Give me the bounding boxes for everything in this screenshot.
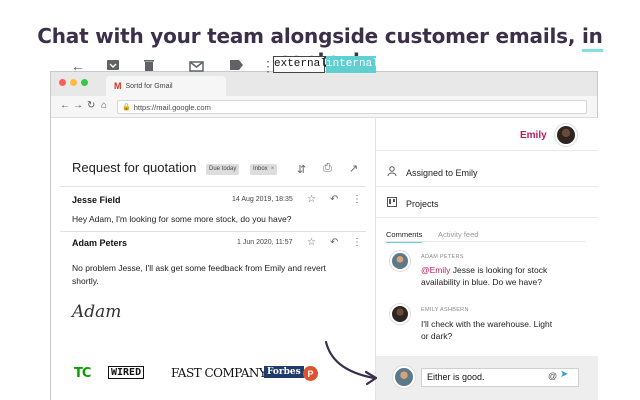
divider (60, 186, 366, 187)
browser-tab[interactable]: M Sortd for Gmail (106, 76, 226, 96)
close-window-icon[interactable] (59, 79, 66, 86)
back-arrow-icon[interactable]: ← (70, 58, 86, 74)
more-icon[interactable]: ⋮ (352, 237, 362, 248)
label-due-today[interactable]: Due today (206, 164, 240, 175)
techcrunch-logo: TC (74, 366, 91, 381)
reply-icon[interactable]: ↶ (330, 194, 338, 205)
window-controls (59, 79, 88, 86)
user-avatar[interactable] (555, 124, 577, 146)
remove-label-icon[interactable]: × (271, 166, 275, 172)
tab-internal[interactable]: internal (326, 56, 379, 73)
mention-at-icon[interactable]: @ (548, 371, 557, 381)
board-icon (386, 197, 398, 210)
address-text: https://mail.google.com (133, 102, 211, 112)
comment-author: EMILY ASHBERN (421, 307, 469, 313)
message-body: No problem Jesse, I'll ask get some feed… (72, 263, 326, 286)
assigned-row[interactable]: Assigned to Emily (386, 166, 478, 179)
lock-icon: 🔒 (122, 104, 131, 111)
minimize-window-icon[interactable] (70, 79, 77, 86)
message-date: 1 Jun 2020, 11:57 (237, 239, 293, 246)
mention[interactable]: @Emily (421, 265, 450, 275)
pointer-arrow-icon (324, 340, 378, 386)
gmail-logo-icon: M (114, 81, 122, 91)
avatar (390, 251, 410, 271)
address-bar[interactable]: 🔒 https://mail.google.com (117, 100, 587, 114)
divider (376, 217, 598, 218)
home-icon[interactable]: ⌂ (101, 100, 107, 111)
maximize-window-icon[interactable] (81, 79, 88, 86)
tab-title: Sortd for Gmail (125, 82, 173, 90)
forward-icon[interactable]: → (73, 100, 83, 111)
message-date: 14 Aug 2019, 18:35 (232, 196, 293, 203)
reply-icon[interactable]: ↶ (330, 237, 338, 248)
archive-icon[interactable] (105, 58, 121, 74)
more-icon[interactable]: ⋮ (352, 194, 362, 205)
person-icon (386, 166, 398, 179)
browser-tabbar: M Sortd for Gmail (51, 72, 597, 96)
divider (386, 241, 586, 242)
comment-author: ADAM PETERS (421, 254, 464, 260)
label-icon[interactable] (228, 58, 244, 74)
back-icon[interactable]: ← (60, 100, 70, 111)
sender-name: Adam Peters (72, 238, 128, 248)
projects-row[interactable]: Projects (386, 197, 439, 210)
trash-icon[interactable] (141, 58, 157, 74)
fastcompany-logo: FAST COMPANY (171, 366, 267, 380)
star-icon[interactable]: ☆ (307, 194, 316, 205)
comment-text: I'll check with the warehouse. Light or … (421, 319, 553, 341)
browser-navbar: ← → ↻ ⌂ 🔒 https://mail.google.com (51, 96, 597, 118)
tab-activity-feed[interactable]: Activity feed (438, 230, 478, 239)
composer-avatar (393, 366, 415, 388)
divider (376, 186, 598, 187)
projects-label: Projects (406, 198, 439, 209)
panel-user-name: Emily (520, 130, 547, 141)
mark-unread-icon[interactable] (188, 58, 204, 74)
sender-name: Jesse Field (72, 195, 121, 205)
email-subject: Request for quotation (72, 160, 197, 175)
reload-icon[interactable]: ↻ (87, 100, 95, 111)
divider (60, 231, 366, 232)
producthunt-logo: P (303, 366, 318, 381)
avatar (390, 304, 410, 324)
comment-text: @Emily Jesse is looking for stock availa… (421, 265, 548, 287)
label-inbox[interactable]: Inbox × (250, 164, 278, 175)
headline-main: Chat with your team alongside customer e… (37, 24, 583, 48)
open-new-window-icon[interactable]: ↗ (349, 162, 358, 175)
tab-external[interactable]: external (273, 56, 327, 73)
forbes-logo: Forbes (264, 366, 304, 378)
divider (376, 150, 598, 151)
message-body: Hey Adam, I'm looking for some more stoc… (72, 214, 292, 224)
print-icon[interactable]: ⎙ (323, 162, 332, 175)
assigned-text: Assigned to Emily (406, 167, 478, 178)
wired-logo: WIRED (108, 366, 145, 379)
star-icon[interactable]: ☆ (307, 237, 316, 248)
signature: Adam (72, 302, 122, 322)
send-icon[interactable]: ➤ (560, 369, 568, 380)
expand-icon[interactable]: ⇵ (297, 163, 306, 176)
